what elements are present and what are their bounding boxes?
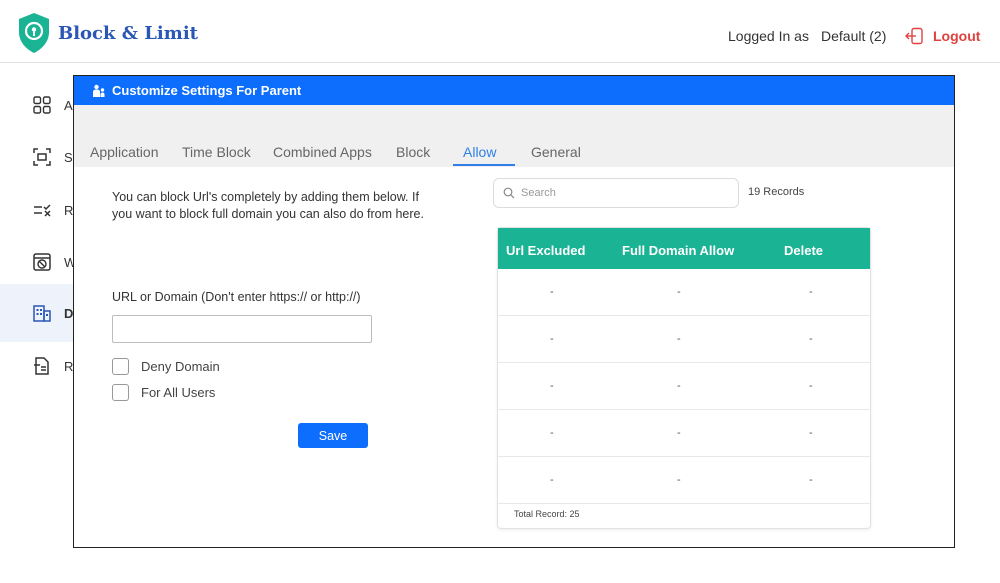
sidebar-item-domains[interactable]: D — [0, 284, 73, 342]
url-domain-input[interactable] — [112, 315, 372, 343]
web-block-icon — [33, 253, 51, 271]
shield-logo-icon — [19, 13, 49, 53]
for-all-users-label: For All Users — [141, 385, 216, 400]
sidebar-item-rules[interactable]: R — [0, 182, 73, 238]
table-row: - - - — [498, 269, 870, 316]
scan-icon — [33, 148, 51, 166]
settings-modal: Customize Settings For Parent Applicatio… — [73, 75, 955, 548]
sidebar-item-reports[interactable]: R — [0, 338, 73, 394]
family-icon — [93, 84, 105, 97]
tab-time-block[interactable]: Time Block — [182, 144, 251, 160]
table-cell[interactable]: - — [809, 474, 813, 486]
save-button[interactable]: Save — [298, 423, 368, 448]
url-field-label: URL or Domain (Don't enter https:// or h… — [112, 290, 361, 304]
table-row: - - - — [498, 410, 870, 457]
tab-application[interactable]: Application — [90, 144, 159, 160]
tab-general[interactable]: General — [531, 144, 581, 160]
modal-header: Customize Settings For Parent — [74, 76, 954, 105]
column-header-full-domain-allow: Full Domain Allow — [622, 243, 735, 258]
intro-text: You can block Url's completely by adding… — [112, 190, 424, 221]
table-cell: - — [677, 474, 681, 486]
top-bar: Block & Limit Logged In as Default (2) L… — [0, 0, 1000, 63]
table-cell[interactable]: - — [809, 333, 813, 345]
sidebar-item-label: R — [64, 202, 74, 218]
search-icon — [503, 187, 515, 199]
logged-in-label: Logged In as — [728, 28, 809, 44]
deny-domain-label: Deny Domain — [141, 359, 220, 374]
apps-grid-icon — [33, 96, 51, 114]
for-all-users-checkbox[interactable] — [112, 384, 129, 401]
checklist-icon — [34, 204, 51, 217]
allow-table: Url Excluded Full Domain Allow Delete - … — [497, 227, 871, 529]
sidebar-item-apps[interactable]: A — [0, 77, 73, 133]
logout-icon — [905, 27, 923, 45]
table-cell: - — [677, 427, 681, 439]
table-cell: - — [550, 333, 554, 345]
records-count: 19 Records — [748, 186, 805, 198]
table-cell: - — [677, 286, 681, 298]
table-header: Url Excluded Full Domain Allow Delete — [498, 228, 870, 269]
sidebar-item-label: D — [64, 305, 74, 321]
search-input[interactable]: Search — [521, 187, 556, 199]
for-all-users-option[interactable]: For All Users — [112, 384, 215, 401]
table-row: - - - — [498, 316, 870, 363]
deny-domain-option[interactable]: Deny Domain — [112, 358, 220, 375]
sidebar-item-label: A — [64, 97, 73, 113]
building-icon — [33, 305, 51, 322]
logout-label: Logout — [933, 28, 981, 44]
tab-combined-apps[interactable]: Combined Apps — [273, 144, 372, 160]
table-cell: - — [550, 286, 554, 298]
table-row: - - - — [498, 457, 870, 504]
report-icon — [34, 357, 49, 375]
table-cell[interactable]: - — [809, 286, 813, 298]
sidebar-item-label: R — [64, 358, 74, 374]
tab-allow[interactable]: Allow — [463, 144, 496, 160]
search-box[interactable]: Search — [493, 178, 739, 208]
sidebar: A S R W D R — [0, 63, 76, 583]
modal-title: Customize Settings For Parent — [112, 83, 302, 98]
table-row: - - - — [498, 363, 870, 410]
table-cell: - — [550, 380, 554, 392]
table-cell[interactable]: - — [809, 427, 813, 439]
table-footer-total: Total Record: 25 — [514, 509, 580, 519]
column-header-delete: Delete — [784, 243, 824, 258]
sidebar-item-label: S — [64, 149, 73, 165]
column-header-url-excluded: Url Excluded — [506, 243, 586, 258]
table-cell: - — [550, 474, 554, 486]
deny-domain-checkbox[interactable] — [112, 358, 129, 375]
table-cell[interactable]: - — [809, 380, 813, 392]
brand-name: Block & Limit — [58, 23, 198, 44]
logout-button[interactable]: Logout — [905, 26, 980, 46]
tab-block[interactable]: Block — [396, 144, 430, 160]
logged-in-user[interactable]: Default (2) — [821, 28, 886, 44]
table-cell: - — [550, 427, 554, 439]
tabs-bar: Application Time Block Combined Apps Blo… — [74, 105, 954, 167]
sidebar-item-scan[interactable]: S — [0, 129, 73, 185]
sidebar-item-web[interactable]: W — [0, 234, 76, 290]
table-cell: - — [677, 333, 681, 345]
active-tab-indicator — [453, 164, 515, 166]
table-cell: - — [677, 380, 681, 392]
